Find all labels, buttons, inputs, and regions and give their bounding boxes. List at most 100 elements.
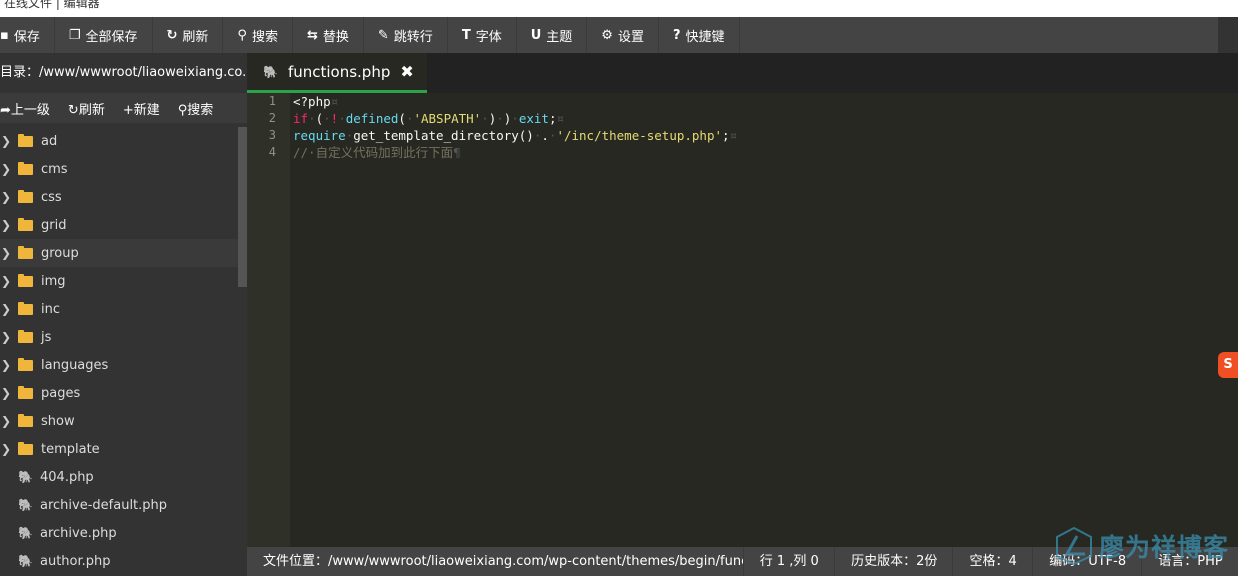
line-number: 4 — [268, 145, 276, 159]
code-area[interactable]: <?php¤ if·(·!·defined(·'ABSPATH'·)·)·exi… — [293, 93, 737, 161]
chevron-right-icon: ❯ — [1, 414, 12, 428]
new-button[interactable]: +新建 — [123, 99, 160, 118]
code-line: if·(·!·defined(·'ABSPATH'·)·)·exit;¤ — [293, 111, 565, 126]
line-number: 1 — [268, 94, 276, 108]
folder-icon — [18, 161, 33, 175]
tab-bar: 🐘 functions.php ✖ — [247, 53, 1238, 93]
chevron-right-icon: ❯ — [1, 302, 12, 316]
toolbar-button-0[interactable]: ▪ 保存 — [0, 17, 55, 53]
php-elephant-icon: 🐘 — [263, 64, 278, 79]
folder-icon — [18, 329, 33, 343]
sidebar-scrollbar[interactable] — [238, 127, 247, 287]
folder-icon — [18, 413, 33, 427]
folder-name: pages — [41, 385, 81, 401]
action-label: 上一级 — [10, 102, 50, 118]
folder-item[interactable]: ❯ show — [0, 407, 238, 435]
toolbar-button-8[interactable]: ⚙ 设置 — [587, 17, 659, 53]
ime-icon[interactable]: S — [1218, 352, 1238, 378]
file-name: 404.php — [40, 469, 94, 485]
folder-item[interactable]: ❯ template — [0, 435, 238, 463]
toolbar-label: 设置 — [617, 29, 644, 45]
folder-icon — [18, 357, 33, 371]
folder-name: template — [41, 441, 100, 457]
refresh-button[interactable]: ↻刷新 — [68, 99, 105, 118]
toolbar-button-3[interactable]: ⚲ 搜索 — [223, 17, 293, 53]
folder-name: group — [41, 245, 79, 261]
chevron-right-icon: ❯ — [1, 218, 12, 232]
folder-icon — [18, 385, 33, 399]
file-item[interactable]: 🐘 archive-default.php — [0, 491, 238, 519]
folder-name: img — [41, 273, 66, 289]
php-file-icon: 🐘 — [18, 526, 33, 540]
folder-name: cms — [41, 161, 68, 177]
toolbar-label: 全部保存 — [85, 29, 138, 45]
watermark-logo-icon — [1056, 526, 1092, 566]
folder-item[interactable]: ❯ img — [0, 267, 238, 295]
folder-item[interactable]: ❯ cms — [0, 155, 238, 183]
current-directory: 目录：/www/wwwroot/liaoweixiang.co... — [0, 53, 247, 93]
folder-item[interactable]: ❯ pages — [0, 379, 238, 407]
chevron-right-icon: ❯ — [1, 134, 12, 148]
chevron-right-icon: ❯ — [1, 246, 12, 260]
folder-item[interactable]: ❯ languages — [0, 351, 238, 379]
file-name: archive-default.php — [40, 497, 168, 513]
search-icon: ⚲ — [237, 27, 247, 43]
toolbar: ▪ 保存 ❐ 全部保存 ↻ 刷新 ⚲ 搜索 ⇆ 替换 ✎ 跳转行 T 字体 U 主题 ⚙ 设置? 快捷键 — [0, 17, 1238, 53]
folder-item[interactable]: ❯ group — [0, 239, 238, 267]
code-line: //·自定义代码加到此行下面¶ — [293, 145, 461, 160]
search-button[interactable]: ⚲搜索 — [178, 99, 214, 118]
folder-name: js — [41, 329, 52, 345]
toolbar-label: 替换 — [322, 29, 349, 45]
folder-item[interactable]: ❯ js — [0, 323, 238, 351]
toolbar-label: 跳转行 — [393, 29, 433, 45]
folder-icon — [18, 133, 33, 147]
toolbar-label: 搜索 — [251, 29, 278, 45]
folder-item[interactable]: ❯ ad — [0, 127, 238, 155]
folder-item[interactable]: ❯ css — [0, 183, 238, 211]
folder-icon — [18, 273, 33, 287]
folder-name: languages — [41, 357, 109, 373]
history-versions[interactable]: 历史版本：2份 — [835, 547, 954, 576]
close-icon[interactable]: ✖ — [400, 62, 413, 81]
tab-functions-php[interactable]: 🐘 functions.php ✖ — [247, 53, 427, 93]
action-icon: ⚲ — [177, 102, 188, 118]
folder-item[interactable]: ❯ grid — [0, 211, 238, 239]
replace-icon: ⇆ — [306, 27, 318, 43]
toolbar-label: 刷新 — [182, 29, 209, 45]
sidebar-actions: ➦上一级 ↻刷新 +新建 ⚲搜索 — [0, 93, 247, 123]
file-tree: ❯ ad ❯ cms ❯ css ❯ grid ❯ group ❯ img ❯ inc ❯ js ❯ langua… — [0, 127, 238, 575]
code-line: require·get_template_directory()·.·'/inc… — [293, 128, 738, 143]
toolbar-button-1[interactable]: ❐ 全部保存 — [55, 17, 153, 53]
toolbar-button-6[interactable]: T 字体 — [448, 17, 517, 53]
up-level-button[interactable]: ➦上一级 — [0, 99, 50, 118]
save-icon: ▪ — [0, 27, 9, 43]
file-item[interactable]: 🐘 author.php — [0, 547, 238, 575]
watermark: 廖为祥博客 — [1055, 526, 1229, 566]
toolbar-button-9[interactable]: ? 快捷键 — [659, 17, 740, 53]
file-item[interactable]: 🐘 404.php — [0, 463, 238, 491]
action-label: 刷新 — [78, 102, 105, 118]
folder-item[interactable]: ❯ inc — [0, 295, 238, 323]
file-item[interactable]: 🐘 archive.php — [0, 519, 238, 547]
toolbar-button-4[interactable]: ⇆ 替换 — [293, 17, 364, 53]
toolbar-overflow[interactable] — [1218, 17, 1238, 53]
toolbar-label: 字体 — [475, 29, 502, 45]
file-name: archive.php — [40, 525, 117, 541]
toolbar-button-5[interactable]: ✎ 跳转行 — [364, 17, 448, 53]
action-icon: + — [122, 102, 134, 118]
folder-icon — [18, 217, 33, 231]
watermark-text: 廖为祥博客 — [1099, 533, 1230, 562]
font-icon: T — [461, 27, 471, 43]
action-label: 搜索 — [187, 102, 214, 118]
chevron-right-icon: ❯ — [1, 330, 12, 344]
question-icon: ? — [672, 27, 681, 43]
php-file-icon: 🐘 — [18, 554, 33, 568]
tab-label: functions.php — [287, 62, 391, 81]
indent-setting[interactable]: 空格：4 — [953, 547, 1034, 576]
action-icon: ➦ — [0, 102, 11, 118]
toolbar-button-7[interactable]: U 主题 — [517, 17, 588, 53]
file-name: author.php — [40, 553, 111, 569]
toolbar-button-2[interactable]: ↻ 刷新 — [153, 17, 224, 53]
folder-name: grid — [41, 217, 67, 233]
folder-icon — [18, 301, 33, 315]
